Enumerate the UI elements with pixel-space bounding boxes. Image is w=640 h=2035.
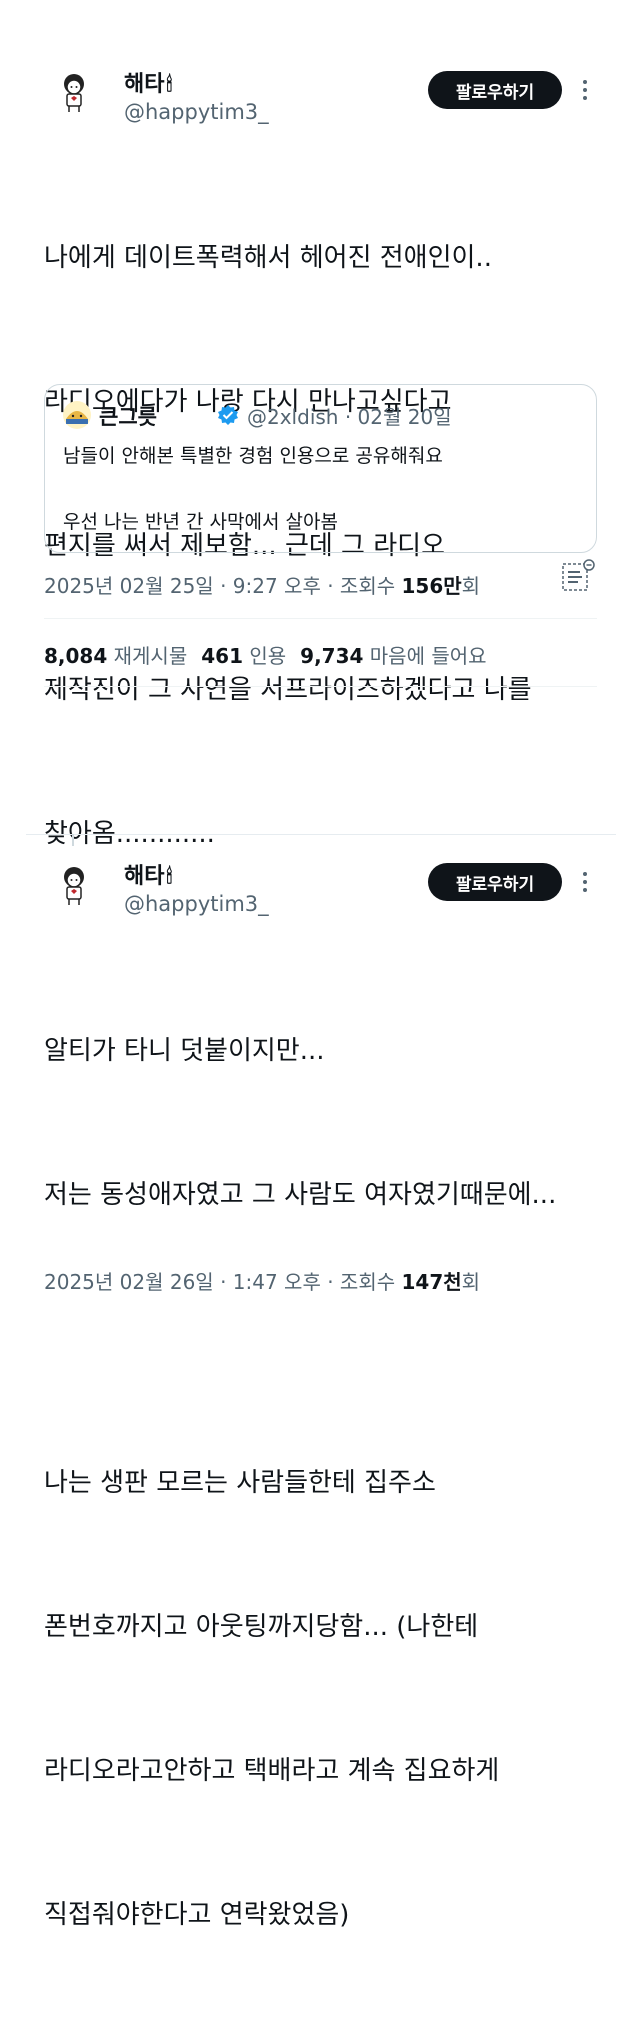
verified-badge-icon: [218, 405, 238, 425]
follow-button[interactable]: 팔로우하기: [428, 71, 562, 109]
tweet-timestamp-views: 2025년 02월 26일 · 1:47 오후 · 조회수 147천회: [44, 1270, 481, 1294]
display-name[interactable]: 해타 🕯: [124, 858, 172, 890]
quotes-stat[interactable]: 461 인용: [201, 644, 286, 668]
analytics-icon[interactable]: [560, 558, 596, 594]
likes-stat[interactable]: 9,734 마음에 들어요: [300, 644, 486, 668]
divider: [44, 618, 597, 619]
view-count: 156만: [401, 574, 462, 598]
quoted-text-line: 남들이 안해본 특별한 경험 인용으로 공유해줘요: [63, 445, 443, 467]
screenshot-separator: [26, 834, 616, 835]
user-handle[interactable]: @happytim3_: [124, 892, 269, 916]
tweet-timestamp-views: 2025년 02월 25일 · 9:27 오후 · 조회수 156만회: [44, 574, 481, 598]
engagement-stats: 8,084 재게시물 461 인용 9,734 마음에 들어요: [44, 640, 487, 669]
divider: [44, 686, 597, 687]
user-avatar[interactable]: [44, 62, 104, 122]
more-options-icon[interactable]: [576, 76, 594, 104]
quoted-tweet[interactable]: 큰그릇 @2xldish · 02월 20일 남들이 안해본 특별한 경험 인용…: [44, 384, 597, 553]
candle-emoji: 🕯: [166, 864, 173, 888]
thread-line: [72, 834, 74, 846]
display-name[interactable]: 해타 🕯: [124, 66, 172, 98]
follow-button[interactable]: 팔로우하기: [428, 863, 562, 901]
user-handle[interactable]: @happytim3_: [124, 100, 269, 124]
user-avatar[interactable]: [44, 855, 104, 915]
view-count: 147천: [401, 1270, 462, 1294]
tweet-text: 알티가 타니 덧붙이지만... 저는 동성애자였고 그 사람도 여자였기때문에.…: [44, 1036, 557, 1930]
quoted-text-line: 우선 나는 반년 간 사막에서 살아봄: [63, 511, 338, 533]
more-options-icon[interactable]: [576, 868, 594, 896]
quoted-display-name: 큰그릇: [99, 405, 157, 429]
candle-emoji: 🕯: [166, 72, 173, 96]
reposts-stat[interactable]: 8,084 재게시물: [44, 644, 187, 668]
quoted-handle-date: @2xldish · 02월 20일: [247, 405, 452, 429]
quoted-user-avatar: [63, 401, 91, 429]
